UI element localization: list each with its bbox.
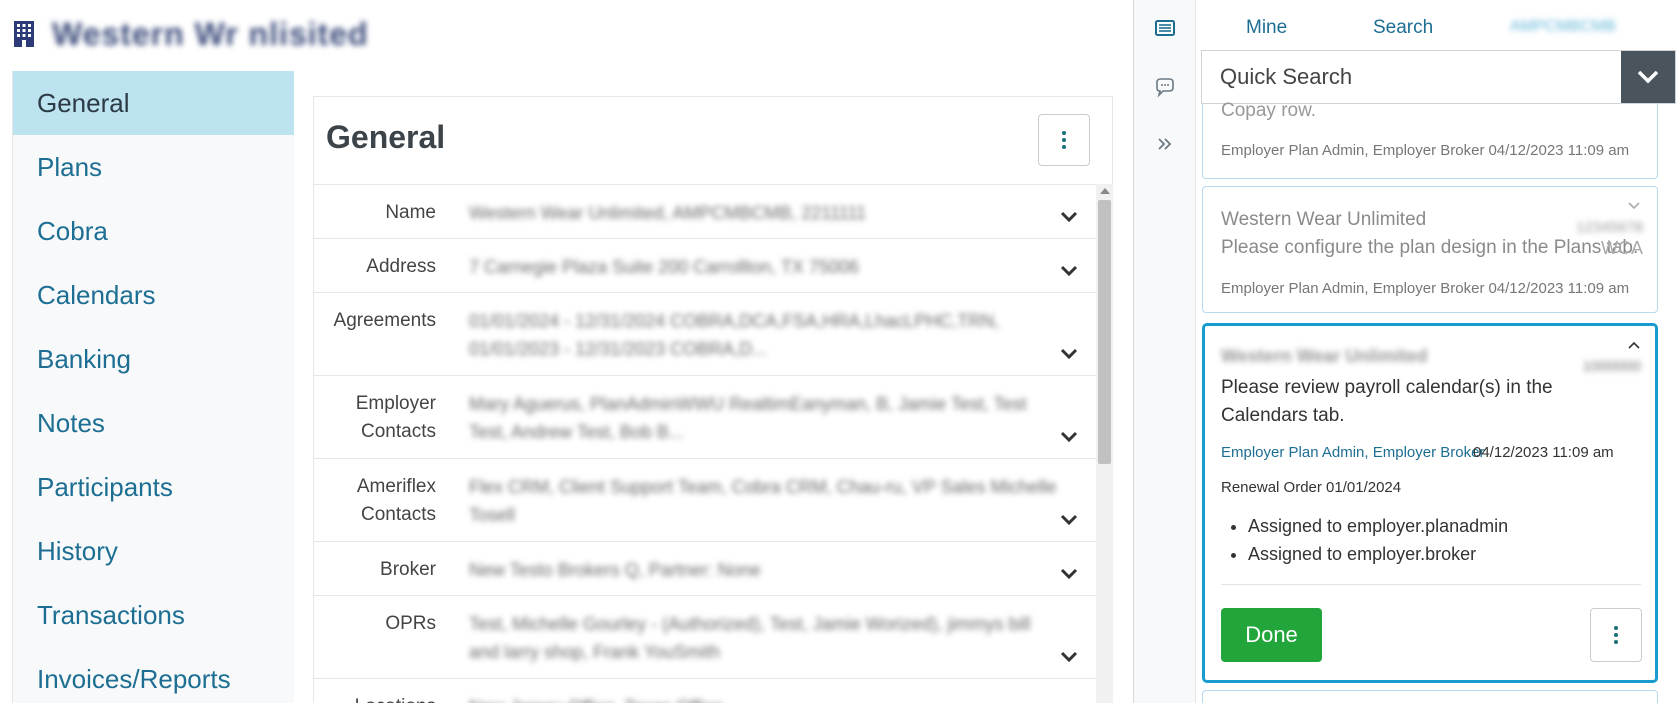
sidebar-item-general[interactable]: General: [13, 71, 294, 135]
quick-search-input[interactable]: [1202, 51, 1607, 103]
card-divider: [1221, 584, 1641, 585]
chevron-down-icon[interactable]: [1059, 567, 1079, 581]
task-card[interactable]: Copay row. Employer Plan Admin, Employer…: [1202, 100, 1658, 179]
sidebar-item-calendars[interactable]: Calendars: [13, 263, 294, 327]
task-message: Copay row.: [1221, 100, 1317, 121]
quick-search-dropdown-button[interactable]: [1621, 51, 1675, 103]
sidebar-item-participants[interactable]: Participants: [13, 455, 294, 519]
detail-value: New Testo Brokers Q, Partner: None: [469, 560, 761, 580]
detail-value: Western Wear Unlimited, AMPCMBCMB, 22111…: [469, 203, 867, 223]
detail-label: Employer Contacts: [355, 393, 436, 442]
renewal-order: Renewal Order 01/01/2024: [1221, 479, 1402, 496]
chevron-down-icon[interactable]: [1627, 201, 1641, 211]
detail-value: Mary Aguerus, PlanAdminWWU RealtimEanyma…: [469, 394, 1027, 442]
sidebar-item-history[interactable]: History: [13, 519, 294, 583]
task-card-active[interactable]: Western Wear Unlimited 1000000 Please re…: [1202, 323, 1658, 683]
tab-mine[interactable]: Mine: [1246, 17, 1287, 39]
task-meta: Employer Plan Admin, Employer Broker 04/1…: [1221, 142, 1629, 159]
general-panel: General Name Western Wear Unlimited, AMP…: [313, 96, 1113, 703]
chevron-down-icon[interactable]: [1059, 347, 1079, 361]
detail-row-agreements: Agreements 01/01/2024 - 12/31/2024 COBRA…: [314, 292, 1097, 375]
task-date: 04/12/2023 11:09 am: [1473, 444, 1614, 461]
task-code: WCA: [1601, 238, 1643, 258]
detail-label: Name: [385, 202, 436, 223]
company-name: Western Wr nlisited: [52, 16, 369, 52]
detail-row-broker: Broker New Testo Brokers Q, Partner: Non…: [314, 541, 1097, 595]
task-date: 04/12/2023 11:09 am: [1488, 280, 1630, 297]
chevron-down-icon[interactable]: [1059, 513, 1079, 527]
sidebar-item-invoices-reports[interactable]: Invoices/Reports: [13, 647, 294, 703]
header: Western Wr nlisited: [0, 0, 1128, 70]
tab-other[interactable]: AMPCMBCMB: [1510, 18, 1616, 36]
task-roles: Employer Plan Admin, Employer Broker: [1221, 142, 1485, 159]
detail-row-address: Address 7 Carnegie Plaza Suite 200 Carro…: [314, 238, 1097, 292]
task-code-blurred: 1000000: [1582, 358, 1641, 375]
chevron-down-icon[interactable]: [1059, 650, 1079, 664]
task-options-button[interactable]: [1590, 608, 1642, 662]
done-button[interactable]: Done: [1221, 608, 1322, 662]
assignment-list: Assigned to employer.planadmin Assigned …: [1248, 512, 1508, 568]
task-title: Western Wear Unlimited: [1221, 209, 1427, 230]
detail-value: 01/01/2024 - 12/31/2024 COBRA,DCA,FSA,HR…: [469, 311, 1000, 359]
chat-icon[interactable]: [1154, 76, 1176, 98]
detail-value: Test, Michelle Gourley - (Authorized), T…: [469, 614, 1031, 662]
detail-label: OPRs: [385, 613, 436, 634]
detail-label: Address: [366, 256, 436, 277]
page-title: General: [326, 119, 446, 155]
detail-row-oprs: OPRs Test, Michelle Gourley - (Authorize…: [314, 595, 1097, 678]
more-options-button[interactable]: [1038, 114, 1090, 166]
scroll-up-arrow-icon[interactable]: [1100, 188, 1110, 194]
detail-row-name: Name Western Wear Unlimited, AMPCMBCMB, …: [314, 184, 1097, 238]
detail-label: Ameriflex Contacts: [356, 476, 436, 525]
list-item: Assigned to employer.broker: [1248, 540, 1508, 568]
sidebar: General Plans Cobra Calendars Banking No…: [12, 71, 294, 703]
chevron-down-icon[interactable]: [1059, 430, 1079, 444]
details-list: Name Western Wear Unlimited, AMPCMBCMB, …: [314, 184, 1097, 703]
task-roles-link[interactable]: Employer Plan Admin, Employer Broker: [1221, 444, 1484, 461]
icon-rail: [1134, 0, 1196, 703]
kebab-icon: [1614, 626, 1618, 644]
sidebar-item-banking[interactable]: Banking: [13, 327, 294, 391]
detail-value: Flex CRM, Client Support Team, Cobra CRM…: [469, 477, 1057, 525]
sidebar-item-transactions[interactable]: Transactions: [13, 583, 294, 647]
task-code-blurred: 12345678: [1576, 219, 1643, 236]
detail-row-employer-contacts: Employer Contacts Mary Aguerus, PlanAdmi…: [314, 375, 1097, 458]
sidebar-item-plans[interactable]: Plans: [13, 135, 294, 199]
detail-label: Broker: [380, 559, 436, 580]
task-meta: Employer Plan Admin, Employer Broker 04/1…: [1221, 280, 1629, 297]
task-panel: Mine Search AMPCMBCMB Copay row. Employe…: [1197, 0, 1676, 703]
tab-search[interactable]: Search: [1373, 17, 1433, 39]
task-card[interactable]: Western Wear Unlimited 12345678 Please c…: [1202, 186, 1658, 313]
detail-row-locations: Locations New Jersey Office, Texas Offic…: [314, 678, 1097, 703]
sidebar-item-cobra[interactable]: Cobra: [13, 199, 294, 263]
detail-value: New Jersey Office, Texas Office: [469, 693, 1059, 703]
detail-label: Locations: [314, 693, 436, 703]
task-message: Please configure the plan design in the …: [1221, 237, 1639, 258]
task-date: 04/12/2023 11:09 am: [1488, 142, 1630, 159]
chevron-down-icon[interactable]: [1059, 210, 1079, 224]
list-icon[interactable]: [1154, 17, 1176, 39]
chevron-down-icon: [1637, 70, 1659, 84]
chevron-down-icon[interactable]: [1059, 264, 1079, 278]
scroll-thumb[interactable]: [1098, 200, 1111, 464]
task-message: Please review payroll calendar(s) in the…: [1221, 377, 1553, 426]
building-icon: [14, 21, 34, 47]
quick-search: [1201, 50, 1676, 104]
list-item: Assigned to employer.planadmin: [1248, 512, 1508, 540]
sidebar-item-notes[interactable]: Notes: [13, 391, 294, 455]
detail-row-ameriflex-contacts: Ameriflex Contacts Flex CRM, Client Supp…: [314, 458, 1097, 541]
task-card[interactable]: [1202, 690, 1658, 703]
task-title: Western Wear Unlimited: [1221, 346, 1428, 366]
details-scrollbar[interactable]: [1096, 184, 1113, 703]
double-chevron-right-icon[interactable]: [1154, 133, 1176, 155]
kebab-icon: [1062, 131, 1066, 149]
detail-label: Agreements: [333, 310, 436, 331]
task-tabs: Mine Search AMPCMBCMB: [1197, 0, 1676, 50]
chevron-up-icon[interactable]: [1627, 340, 1641, 350]
task-roles: Employer Plan Admin, Employer Broker: [1221, 280, 1485, 297]
detail-value: 7 Carnegie Plaza Suite 200 Carrollton, T…: [469, 257, 859, 277]
